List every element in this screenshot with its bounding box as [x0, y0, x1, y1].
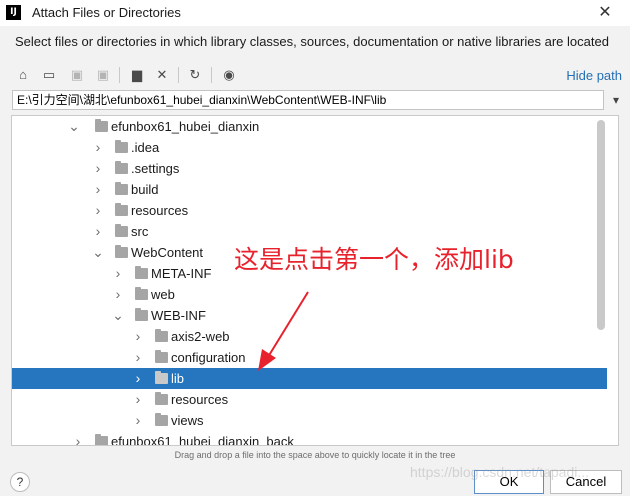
folder-icon	[155, 371, 168, 384]
folder-icon	[115, 245, 128, 258]
folder-icon	[115, 161, 128, 174]
chevron-right-icon[interactable]: ›	[132, 368, 144, 389]
folder-icon	[155, 413, 168, 426]
chevron-down-icon[interactable]: ⌄	[92, 242, 104, 263]
folder-icon	[115, 182, 128, 195]
dialog-description: Select files or directories in which lib…	[15, 34, 609, 49]
show-hidden-icon[interactable]: ◉	[219, 65, 239, 85]
tree-row-label: src	[131, 224, 149, 239]
tree-row-label: views	[171, 413, 204, 428]
tree-row[interactable]: › resources	[12, 389, 607, 410]
tree-row[interactable]: ⌄ efunbox61_hubei_dianxin	[12, 116, 607, 137]
tree-row-label: META-INF	[151, 266, 212, 281]
tree-row-selected[interactable]: › lib	[12, 368, 607, 389]
dialog-title: Attach Files or Directories	[32, 5, 181, 20]
title-bar: IJ Attach Files or Directories ✕	[0, 0, 630, 26]
chevron-down-icon[interactable]: ⌄	[68, 116, 80, 137]
chevron-right-icon[interactable]: ›	[92, 221, 104, 242]
tree-row-label: efunbox61_hubei_dianxin_back	[111, 434, 294, 446]
tree-row[interactable]: › views	[12, 410, 607, 431]
chevron-down-icon[interactable]: ⌄	[112, 305, 124, 326]
tree-row-label: efunbox61_hubei_dianxin	[111, 119, 260, 134]
dialog-footer: ? OK Cancel	[0, 462, 630, 496]
module-icon: ▣	[96, 67, 110, 82]
tree-row-label: resources	[171, 392, 229, 407]
chevron-right-icon[interactable]: ›	[92, 137, 104, 158]
delete-icon[interactable]: ✕	[152, 65, 172, 85]
toolbar-separator	[211, 67, 212, 83]
close-icon[interactable]: ✕	[594, 2, 616, 24]
cancel-button[interactable]: Cancel	[550, 470, 622, 494]
folder-icon	[135, 287, 148, 300]
folder-icon	[155, 350, 168, 363]
file-tree[interactable]: ⌄ efunbox61_hubei_dianxin › .idea › .set…	[11, 115, 619, 446]
tree-row-label: axis2-web	[171, 329, 230, 344]
help-button[interactable]: ?	[10, 472, 30, 492]
tree-row-label: resources	[131, 203, 189, 218]
hide-path-link[interactable]: Hide path	[566, 68, 622, 83]
tree-scrollbar[interactable]	[597, 120, 605, 330]
chevron-right-icon[interactable]: ›	[112, 284, 124, 305]
folder-icon	[95, 434, 108, 445]
home-icon[interactable]: ⌂	[13, 65, 33, 85]
tree-row-label: WebContent	[131, 245, 204, 260]
path-input[interactable]: E:\引力空间\湖北\efunbox61_hubei_dianxin\WebCo…	[12, 90, 604, 110]
tree-row[interactable]: › resources	[12, 200, 607, 221]
ok-button[interactable]: OK	[474, 470, 544, 494]
tree-row[interactable]: › configuration	[12, 347, 607, 368]
new-folder-icon[interactable]: ▆	[127, 65, 147, 85]
chevron-right-icon[interactable]: ›	[132, 347, 144, 368]
tree-row[interactable]: › .idea	[12, 137, 607, 158]
tree-row-label: WEB-INF	[151, 308, 206, 323]
tree-row[interactable]: › axis2-web	[12, 326, 607, 347]
chevron-right-icon[interactable]: ›	[72, 431, 84, 445]
tree-row[interactable]: › .settings	[12, 158, 607, 179]
folder-icon	[155, 392, 168, 405]
tree-row-label: lib	[171, 371, 185, 386]
chevron-right-icon[interactable]: ›	[132, 410, 144, 431]
chevron-right-icon[interactable]: ›	[112, 263, 124, 284]
chevron-right-icon[interactable]: ›	[92, 200, 104, 221]
folder-icon	[115, 224, 128, 237]
tree-row-label: web	[151, 287, 175, 302]
tree-row-label: .idea	[131, 140, 160, 155]
red-annotation-text: 这是点击第一个，添加lib	[234, 245, 514, 274]
tree-row-label: build	[131, 182, 159, 197]
refresh-icon[interactable]: ↻	[185, 65, 205, 85]
chevron-right-icon[interactable]: ›	[92, 179, 104, 200]
tree-row[interactable]: › efunbox61_hubei_dianxin_back	[12, 431, 607, 446]
folder-icon	[115, 140, 128, 153]
project-icon: ▣	[70, 67, 84, 82]
tree-row-label: configuration	[171, 350, 246, 365]
folder-icon	[135, 308, 148, 321]
tree-row[interactable]: › src	[12, 221, 607, 242]
drag-drop-hint: Drag and drop a file into the space abov…	[174, 450, 456, 460]
chevron-right-icon[interactable]: ›	[92, 158, 104, 179]
path-history-icon[interactable]: ▾	[608, 92, 624, 108]
desktop-icon[interactable]: ▭	[39, 65, 59, 85]
folder-icon	[95, 119, 108, 132]
tree-row[interactable]: › web	[12, 284, 607, 305]
tree-row[interactable]: ⌄ WEB-INF	[12, 305, 607, 326]
folder-icon	[115, 203, 128, 216]
chevron-right-icon[interactable]: ›	[132, 389, 144, 410]
toolbar-separator	[178, 67, 179, 83]
intellij-logo-icon: IJ	[6, 5, 21, 20]
folder-icon	[135, 266, 148, 279]
tree-row-label: .settings	[131, 161, 180, 176]
chevron-right-icon[interactable]: ›	[132, 326, 144, 347]
folder-icon	[155, 329, 168, 342]
tree-row[interactable]: › build	[12, 179, 607, 200]
toolbar-separator	[119, 67, 120, 83]
